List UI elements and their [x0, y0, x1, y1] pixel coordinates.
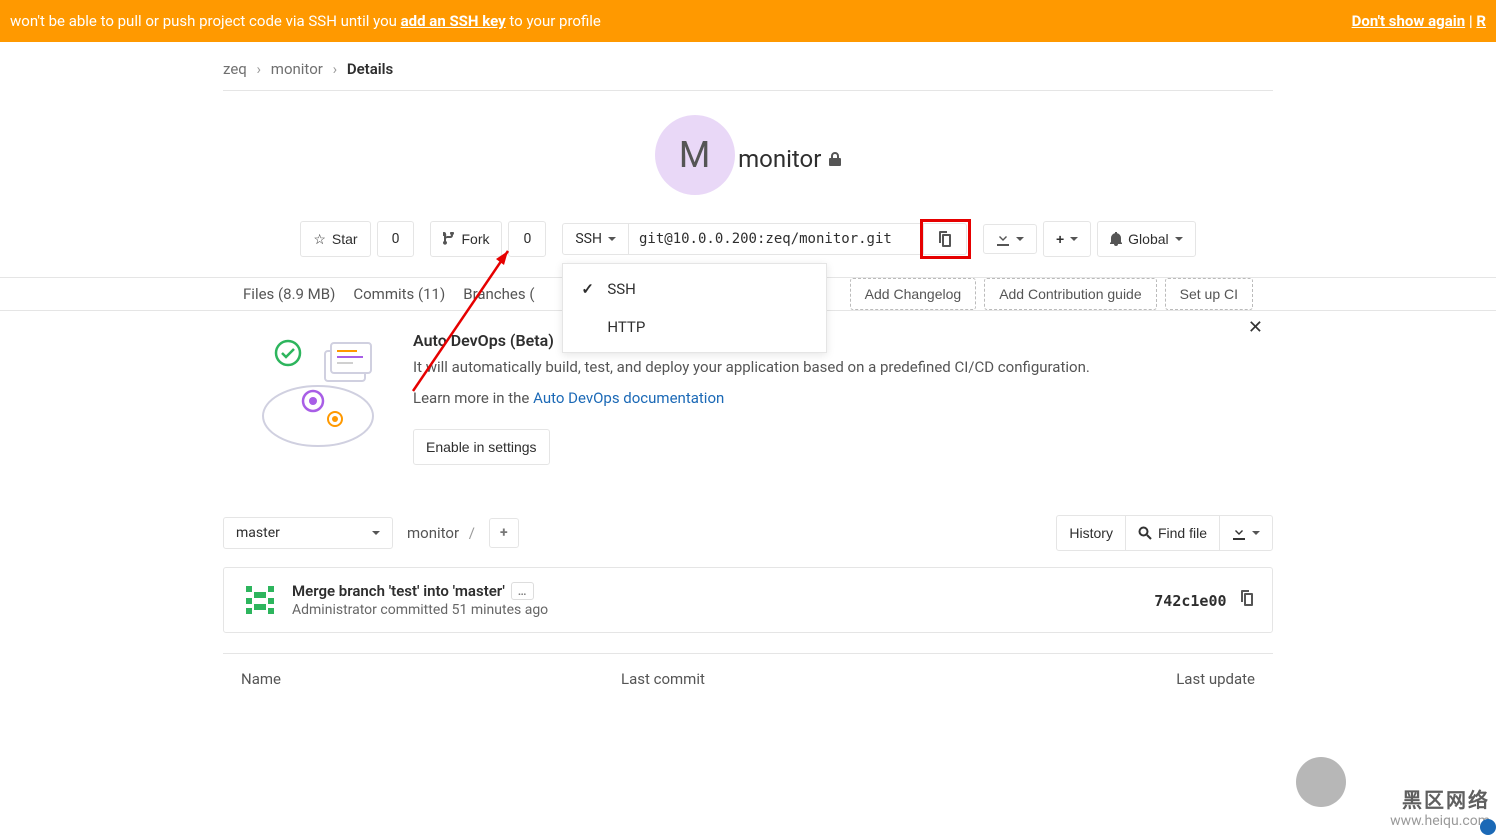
search-icon: [1138, 526, 1152, 540]
banner-text-suffix: to your profile: [509, 12, 600, 30]
setup-ci-button[interactable]: Set up CI: [1165, 278, 1253, 310]
star-count: 0: [377, 221, 415, 257]
notification-dropdown[interactable]: Global: [1097, 221, 1195, 257]
commit-sha[interactable]: 742c1e00: [1154, 592, 1226, 610]
watermark: 黑区网络 www.heiqu.com: [1390, 784, 1490, 829]
expand-message-button[interactable]: …: [511, 582, 534, 600]
remind-later-link[interactable]: R: [1476, 12, 1486, 30]
download-source-button[interactable]: [1219, 515, 1273, 551]
add-ssh-key-link[interactable]: add an SSH key: [401, 12, 506, 30]
download-dropdown[interactable]: [983, 224, 1037, 254]
breadcrumb-group[interactable]: zeq: [223, 60, 247, 78]
bell-icon: [1110, 232, 1122, 246]
copy-sha-button[interactable]: [1240, 594, 1254, 610]
download-icon: [996, 232, 1010, 246]
scroll-indicator: [1480, 819, 1496, 835]
clone-protocol-dropdown[interactable]: SSH: [562, 223, 629, 255]
clone-url-input[interactable]: [629, 223, 924, 255]
ssh-warning-banner: won't be able to pull or push project co…: [0, 0, 1496, 42]
caret-down-icon: [1252, 531, 1260, 535]
chevron-down-icon: [372, 531, 380, 535]
lock-icon: [829, 152, 841, 166]
caret-down-icon: [1070, 237, 1078, 241]
breadcrumb: zeq › monitor › Details: [223, 42, 1273, 91]
stat-files[interactable]: Files (8.9 MB): [243, 285, 335, 303]
file-path-breadcrumb: monitor /: [407, 524, 481, 542]
caret-down-icon: [1175, 237, 1183, 241]
star-icon: ☆: [313, 229, 326, 249]
add-contribution-button[interactable]: Add Contribution guide: [984, 278, 1156, 310]
caret-down-icon: [1016, 237, 1024, 241]
fork-icon: [443, 232, 455, 246]
add-dropdown[interactable]: +: [1043, 221, 1091, 257]
branch-selector[interactable]: master: [223, 517, 393, 549]
fork-count: 0: [508, 221, 546, 257]
commit-author-avatar: [242, 582, 278, 618]
file-table-header: Name Last commit Last update: [223, 653, 1273, 700]
devops-illustration: [253, 331, 383, 451]
history-button[interactable]: History: [1056, 515, 1126, 551]
find-file-button[interactable]: Find file: [1125, 515, 1220, 551]
commit-message[interactable]: Merge branch 'test' into 'master' …: [292, 582, 534, 600]
watermark-badge: [1296, 757, 1346, 807]
plus-icon: +: [1056, 229, 1064, 249]
close-icon[interactable]: ✕: [1248, 317, 1263, 338]
breadcrumb-page: Details: [347, 60, 393, 78]
add-changelog-button[interactable]: Add Changelog: [850, 278, 977, 310]
dont-show-again-link[interactable]: Don't show again: [1352, 12, 1466, 30]
column-name: Name: [241, 670, 621, 688]
breadcrumb-project[interactable]: monitor: [271, 60, 323, 78]
devops-docs-link[interactable]: Auto DevOps documentation: [533, 389, 724, 407]
stat-commits[interactable]: Commits (11): [353, 285, 445, 303]
protocol-dropdown-menu: SSH HTTP: [562, 263, 827, 353]
protocol-option-ssh[interactable]: SSH: [563, 270, 826, 308]
commit-meta: Administrator committed 51 minutes ago: [292, 602, 1140, 618]
project-avatar: M: [655, 115, 735, 195]
stat-branches[interactable]: Branches (: [463, 285, 534, 303]
column-last-commit: Last commit: [621, 670, 1115, 688]
enable-devops-button[interactable]: Enable in settings: [413, 429, 550, 465]
caret-down-icon: [608, 237, 616, 241]
last-commit-panel: Merge branch 'test' into 'master' … Admi…: [223, 567, 1273, 633]
project-title: monitor: [738, 145, 841, 173]
devops-description: It will automatically build, test, and d…: [413, 356, 1090, 379]
copy-url-button[interactable]: [924, 223, 967, 255]
star-button[interactable]: ☆ Star: [300, 221, 370, 257]
protocol-option-http[interactable]: HTTP: [563, 308, 826, 346]
column-last-update: Last update: [1115, 670, 1255, 688]
fork-button[interactable]: Fork: [430, 221, 502, 257]
banner-text-prefix: won't be able to pull or push project co…: [10, 12, 401, 30]
add-file-button[interactable]: +: [489, 518, 519, 548]
download-icon: [1232, 526, 1246, 540]
clipboard-icon: [938, 231, 952, 247]
